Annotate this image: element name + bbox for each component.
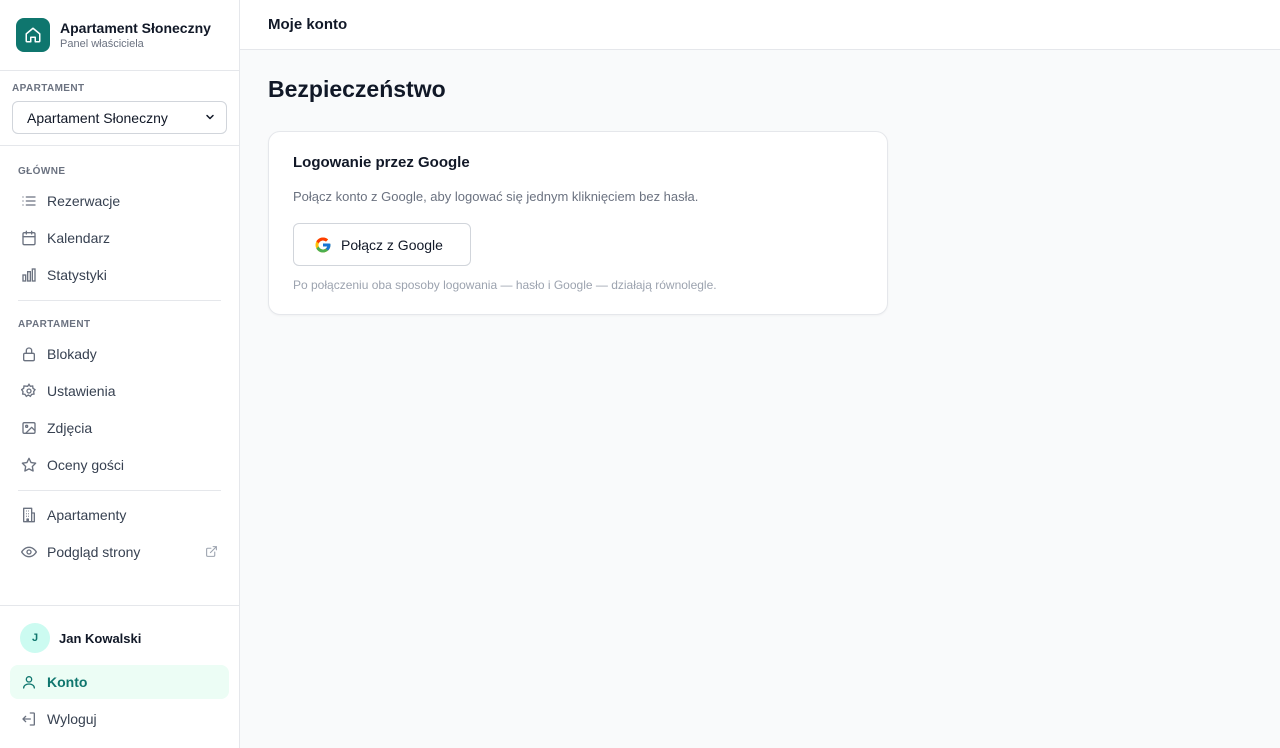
card-title: Logowanie przez Google [293,154,470,171]
gear-icon [20,382,38,400]
apartment-picker: APARTAMENT Apartament Słoneczny [0,71,239,146]
sidebar-item-label: Ustawienia [47,383,116,399]
sidebar-item-blokady[interactable]: Blokady [10,337,229,371]
google-icon [314,236,332,254]
eye-icon [20,543,38,561]
card-note: Po połączeniu oba sposoby logowania — ha… [293,278,717,292]
sidebar-item-kalendarz[interactable]: Kalendarz [10,221,229,255]
sidebar-item-label: Rezerwacje [47,193,121,209]
page-title: Bezpieczeństwo [268,76,446,102]
sidebar-item-zdjecia[interactable]: Zdjęcia [10,411,229,445]
sidebar-item-label: Podgląd strony [47,544,141,560]
card-description: Połącz konto z Google, aby logować się j… [293,189,699,204]
nav-divider [18,300,221,301]
sidebar-item-statystyki[interactable]: Statystyki [10,258,229,292]
sidebar-item-label: Statystyki [47,267,107,283]
avatar: J [20,623,50,653]
sidebar-item-label: Wyloguj [47,711,97,727]
sidebar-item-apartamenty[interactable]: Apartamenty [10,498,229,532]
sidebar-item-wyloguj[interactable]: Wyloguj [10,702,229,736]
nav-section-main: GŁÓWNE [18,166,66,177]
apartment-select-value: Apartament Słoneczny [27,109,168,126]
home-icon [16,18,50,52]
logout-icon [20,710,38,728]
lock-icon [20,345,38,363]
external-link-icon [205,545,219,559]
apartment-select[interactable]: Apartament Słoneczny [12,101,227,134]
sidebar-item-label: Zdjęcia [47,420,93,436]
list-icon [20,192,38,210]
sidebar-item-label: Blokady [47,346,97,362]
user-profile: J Jan Kowalski [20,623,141,653]
brand-name: Apartament Słoneczny [60,20,211,36]
top-bar: Moje konto [240,0,1280,50]
apartment-picker-label: APARTAMENT [12,83,85,94]
sidebar-item-label: Kalendarz [47,230,111,246]
building-icon [20,506,38,524]
sidebar-item-label: Oceny gości [47,457,125,473]
user-icon [20,673,38,691]
sidebar-item-ustawienia[interactable]: Ustawienia [10,374,229,408]
sidebar-item-label: Konto [47,674,88,690]
user-section-divider [0,605,239,606]
page-header-title: Moje konto [268,16,348,33]
image-icon [20,419,38,437]
connect-google-button[interactable]: Połącz z Google [293,223,471,266]
calendar-icon [20,229,38,247]
sidebar-item-label: Apartamenty [47,507,127,523]
sidebar: Apartament Słoneczny Panel właściciela A… [0,0,240,748]
sidebar-item-rezerwacje[interactable]: Rezerwacje [10,184,229,218]
brand-subtitle: Panel właściciela [60,38,144,50]
sidebar-item-podglad-strony[interactable]: Podgląd strony [10,535,229,569]
brand-header[interactable]: Apartament Słoneczny Panel właściciela [0,0,239,71]
user-name: Jan Kowalski [59,630,142,646]
google-login-card: Logowanie przez Google Połącz konto z Go… [268,131,888,315]
star-icon [20,456,38,474]
sidebar-item-oceny-gosci[interactable]: Oceny gości [10,448,229,482]
chevron-down-icon [204,110,216,126]
nav-section-apartment: APARTAMENT [18,319,91,330]
bar-chart-icon [20,266,38,284]
nav-divider [18,490,221,491]
connect-google-label: Połącz z Google [341,236,443,253]
sidebar-item-konto[interactable]: Konto [10,665,229,699]
